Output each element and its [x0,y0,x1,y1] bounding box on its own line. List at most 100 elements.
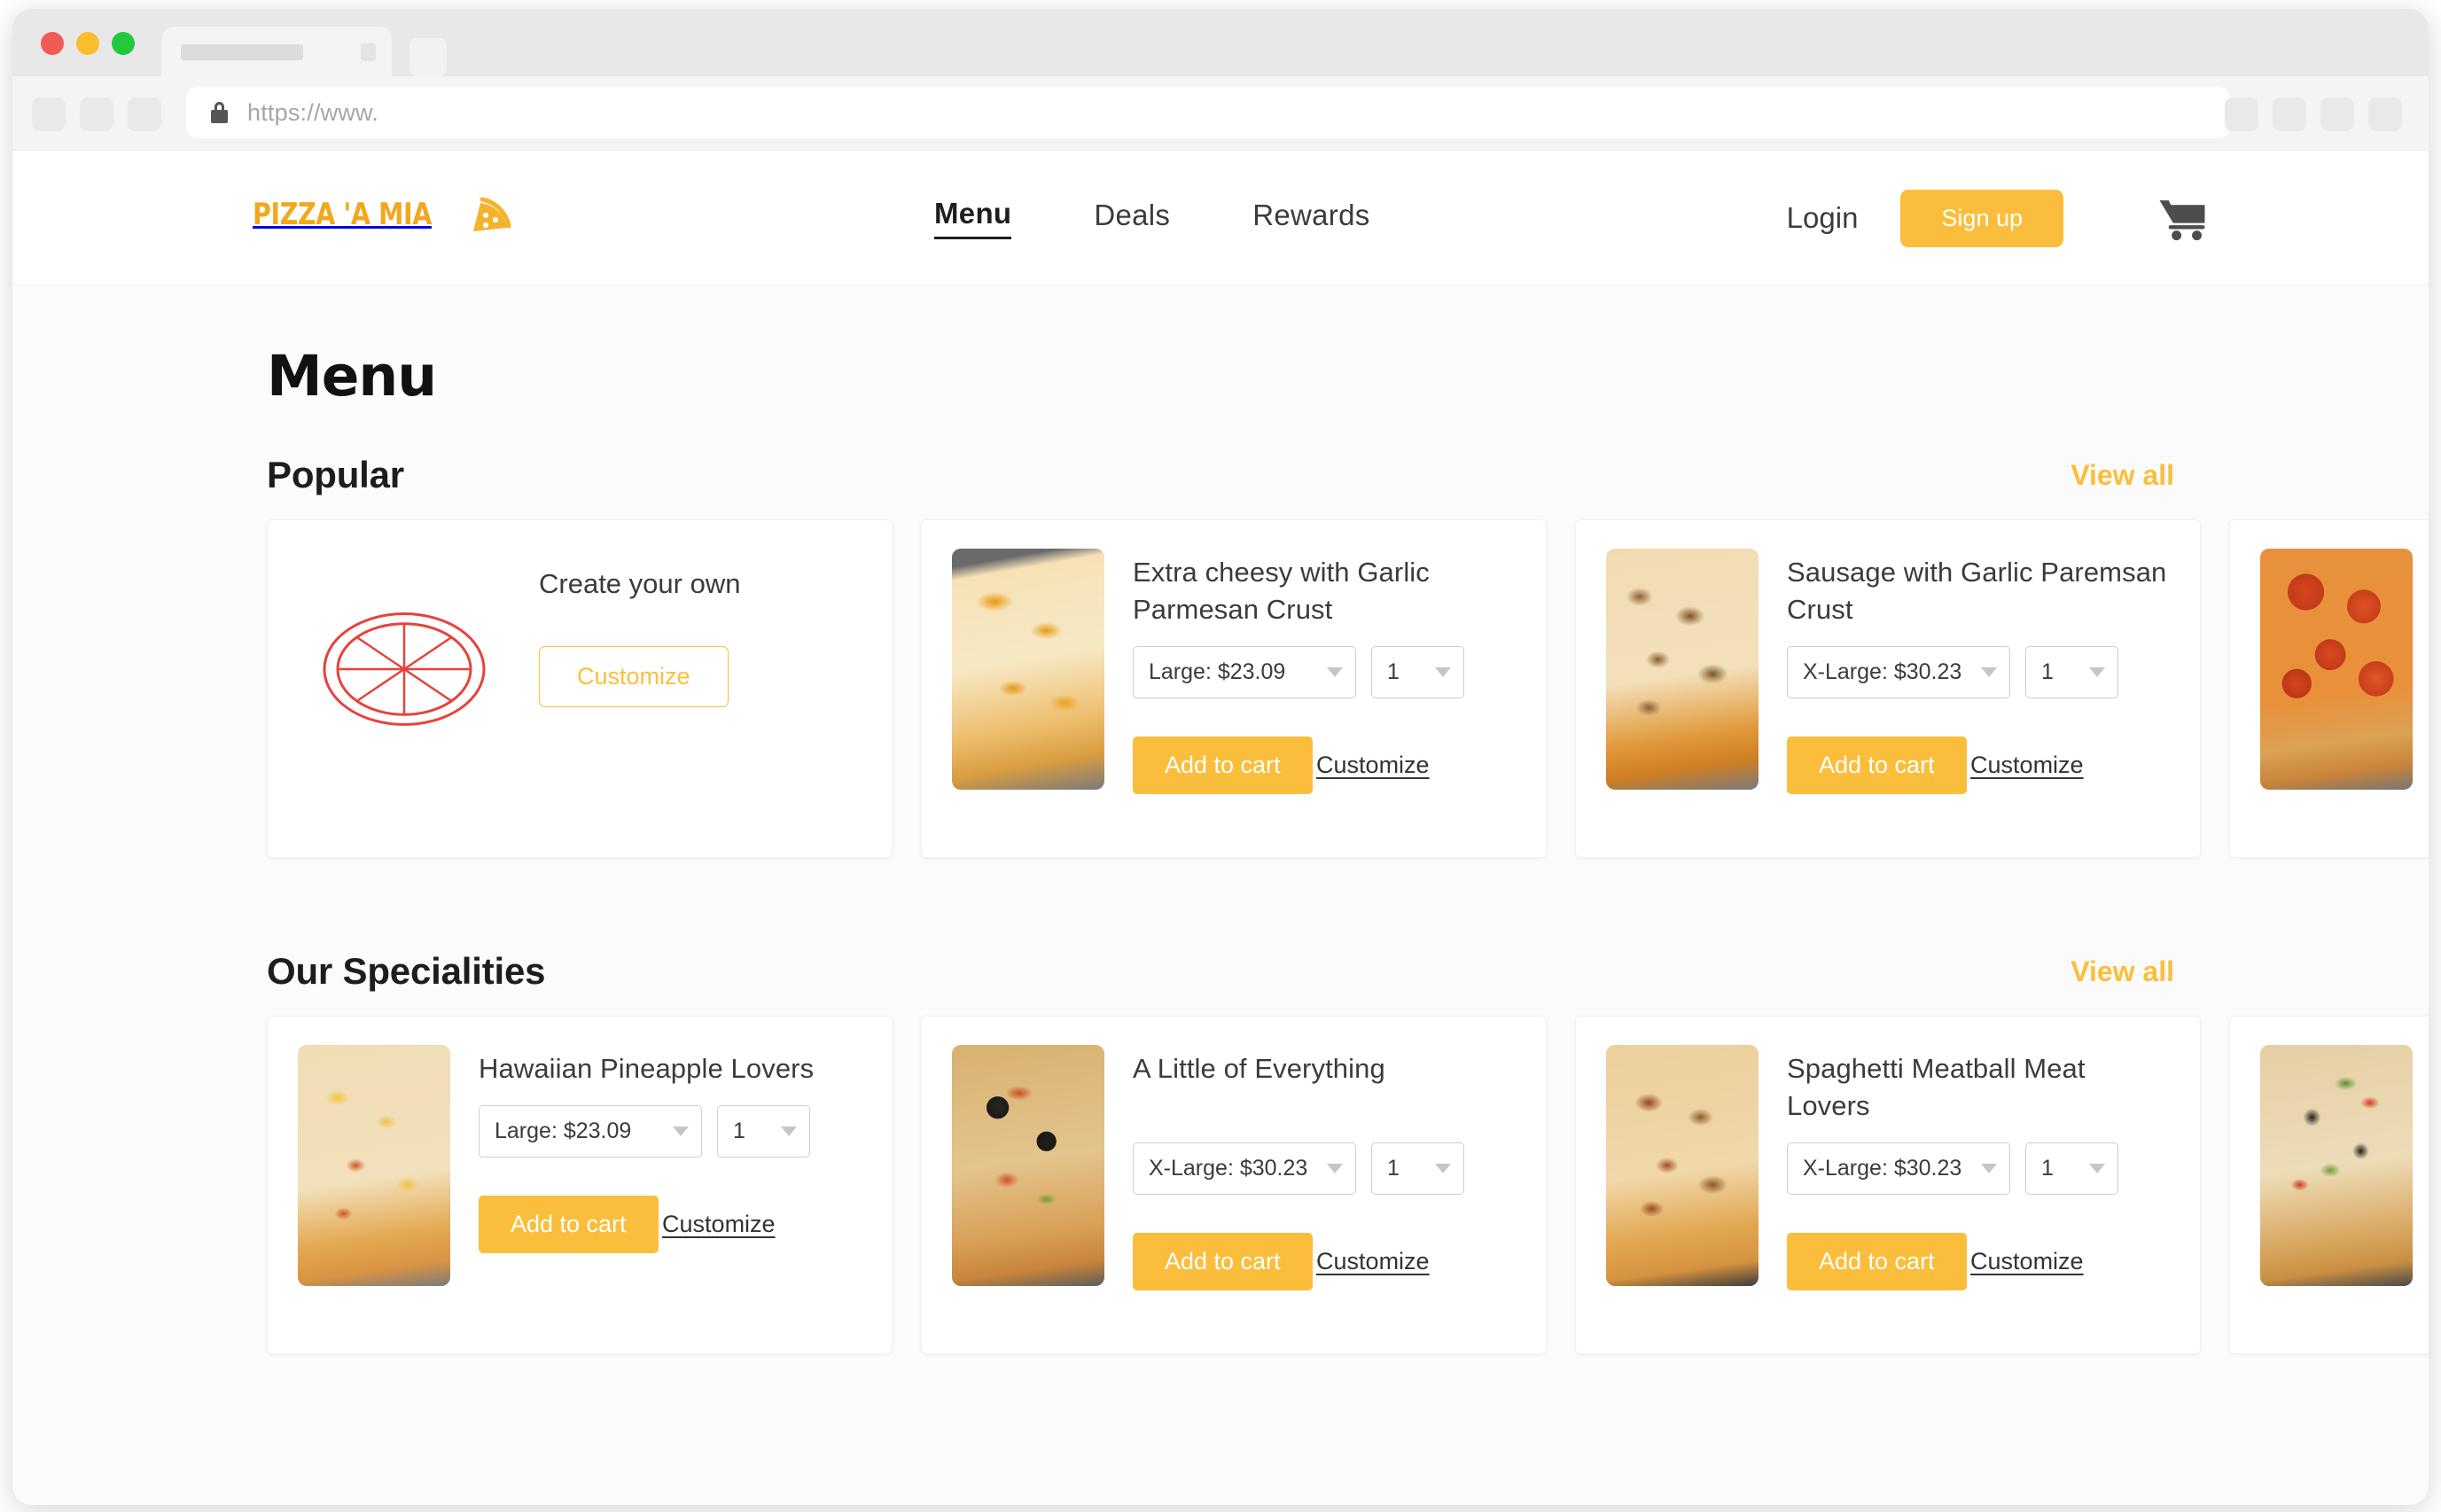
size-select-value: Large: $23.09 [495,1118,632,1143]
brand-name: PIZZA 'A MIA [253,197,432,232]
product-image [1606,1045,1759,1286]
new-tab-button[interactable] [409,38,447,76]
add-to-cart-button[interactable]: Add to cart [1787,736,1967,794]
minimize-window-button[interactable] [76,32,99,55]
back-button[interactable] [32,97,66,131]
site-logo[interactable]: PIZZA 'A MIA [253,192,512,237]
add-to-cart-button[interactable]: Add to cart [479,1195,659,1253]
customize-link[interactable]: Customize [1316,752,1430,779]
customize-link[interactable]: Customize [1970,1248,2084,1275]
extensions-button[interactable] [2225,97,2258,131]
profile-button[interactable] [2320,97,2354,131]
shopping-cart-icon [2157,199,2207,244]
create-your-own-card[interactable]: Create your own Customize [267,519,893,858]
chevron-down-icon [1981,666,1997,677]
size-select[interactable]: Large: $23.09 [1133,645,1356,698]
maximize-window-button[interactable] [112,32,135,55]
add-to-cart-button[interactable]: Add to cart [1133,736,1313,794]
customize-link[interactable]: Customize [662,1211,776,1238]
address-bar[interactable]: https://www. [186,87,2230,138]
page-content: Menu Popular View all Create your own Cu… [12,285,2429,1505]
sign-up-button[interactable]: Sign up [1900,189,2063,247]
chevron-down-icon [2089,1163,2105,1173]
size-select-value: X-Large: $30.23 [1803,659,1962,684]
close-window-button[interactable] [41,32,64,55]
quantity-select[interactable]: 1 [1371,645,1464,698]
header-actions: Login Sign up [1787,151,2207,285]
tab-title-placeholder [181,44,303,60]
customize-link[interactable]: Customize [1970,752,2084,779]
quantity-select[interactable]: 1 [717,1104,810,1157]
chevron-down-icon [1327,1163,1343,1173]
cart-button[interactable] [2157,196,2207,241]
specialities-card-rail[interactable]: Hawaiian Pineapple Lovers Large: $23.09 … [12,1016,2429,1354]
window-traffic-lights [41,32,135,55]
product-title: Hawaiian Pineapple Lovers [479,1053,815,1084]
quantity-select[interactable]: 1 [2025,645,2118,698]
create-your-own-customize-button[interactable]: Customize [539,646,729,707]
main-navigation: Menu Deals Rewards [934,151,1370,285]
browser-menu-button[interactable] [2368,97,2402,131]
section-popular: Popular View all Create your own Customi… [12,454,2429,858]
view-all-popular[interactable]: View all [2071,459,2174,492]
popular-card-rail[interactable]: Create your own Customize Extra cheesy w… [12,519,2429,858]
size-select[interactable]: X-Large: $30.23 [1787,645,2010,698]
product-card-body: Spaghetti Meatball Meat Lovers X-Large: … [1787,1045,2170,1321]
customize-link[interactable]: Customize [1316,1248,1430,1275]
nav-link-menu[interactable]: Menu [934,197,1012,239]
product-card-partial[interactable] [2229,519,2429,858]
section-header: Popular View all [267,454,2174,519]
pizza-outline-icon [298,549,511,790]
size-select[interactable]: Large: $23.09 [479,1104,702,1157]
nav-link-rewards[interactable]: Rewards [1252,199,1369,238]
login-link[interactable]: Login [1787,201,1859,235]
product-title: Sausage with Garlic Paremsan Crust [1787,557,2167,625]
size-select-value: X-Large: $30.23 [1803,1155,1962,1181]
product-options: Large: $23.09 1 [1133,645,1516,698]
section-title-popular: Popular [267,454,404,495]
product-options: Large: $23.09 1 [479,1104,862,1157]
quantity-select-value: 1 [733,1118,745,1143]
bookmarks-button[interactable] [2273,97,2306,131]
chevron-down-icon [1981,1163,1997,1173]
quantity-select[interactable]: 1 [2025,1142,2118,1195]
quantity-select-value: 1 [2041,1155,2054,1181]
product-title: Extra cheesy with Garlic Parmesan Crust [1133,557,1430,625]
browser-titlebar [12,9,2429,76]
product-card[interactable]: Sausage with Garlic Paremsan Crust X-Lar… [1575,519,2201,858]
product-card[interactable]: Extra cheesy with Garlic Parmesan Crust … [921,519,1547,858]
product-card-body: A Little of Everything X-Large: $30.23 1 [1133,1045,1516,1321]
product-card-partial[interactable] [2229,1016,2429,1354]
product-title: Spaghetti Meatball Meat Lovers [1787,1053,2086,1121]
product-image [1606,549,1759,790]
product-card[interactable]: A Little of Everything X-Large: $30.23 1 [921,1016,1547,1354]
tab-close-icon[interactable] [361,43,376,61]
product-image [298,1045,450,1286]
size-select-value: Large: $23.09 [1149,659,1286,684]
create-your-own-title: Create your own [539,568,741,599]
add-to-cart-button[interactable]: Add to cart [1133,1232,1313,1290]
forward-button[interactable] [80,97,113,131]
nav-link-deals[interactable]: Deals [1094,199,1170,238]
reload-button[interactable] [128,97,161,131]
quantity-select[interactable]: 1 [1371,1142,1464,1195]
product-card-body: Sausage with Garlic Paremsan Crust X-Lar… [1787,549,2170,825]
product-image [2260,549,2413,790]
chevron-down-icon [673,1126,689,1136]
add-to-cart-button[interactable]: Add to cart [1787,1232,1967,1290]
browser-tab[interactable] [161,27,392,76]
product-card[interactable]: Hawaiian Pineapple Lovers Large: $23.09 … [267,1016,893,1354]
quantity-select-value: 1 [2041,659,2054,684]
product-card-body: Extra cheesy with Garlic Parmesan Crust … [1133,549,1516,825]
chevron-down-icon [1327,666,1343,677]
size-select[interactable]: X-Large: $30.23 [1133,1142,1356,1195]
size-select[interactable]: X-Large: $30.23 [1787,1142,2010,1195]
section-our-specialities: Our Specialities View all Hawaiian Pinea… [12,950,2429,1354]
browser-toolbar: https://www. [12,76,2429,151]
page-viewport: PIZZA 'A MIA Menu Deals Rewards Login Si… [12,151,2429,1505]
chevron-down-icon [1435,666,1451,677]
view-all-specialities[interactable]: View all [2071,955,2174,988]
pizza-slice-icon [468,192,512,237]
product-title: A Little of Everything [1133,1053,1385,1084]
product-card[interactable]: Spaghetti Meatball Meat Lovers X-Large: … [1575,1016,2201,1354]
